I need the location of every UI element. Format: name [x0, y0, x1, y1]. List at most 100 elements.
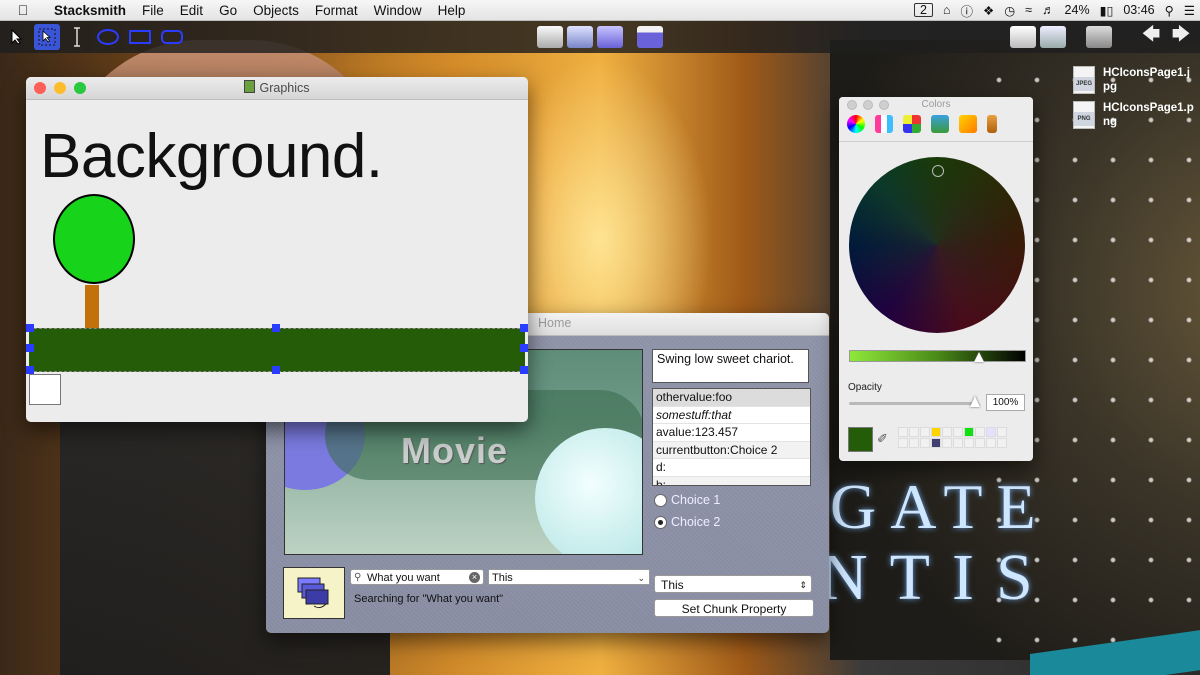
- menu-edit[interactable]: Edit: [172, 3, 211, 18]
- spaces-badge[interactable]: 2: [909, 3, 938, 17]
- swatch[interactable]: [953, 427, 963, 437]
- desktop-file-png[interactable]: PNG HCIconsPage1.p ng: [1073, 101, 1194, 129]
- swatch-lavender[interactable]: [986, 427, 996, 437]
- rectangle-tool-icon[interactable]: [126, 24, 154, 50]
- swatch[interactable]: [986, 438, 996, 448]
- swatch[interactable]: [953, 438, 963, 448]
- list-item[interactable]: currentbutton:Choice 2: [653, 441, 810, 459]
- small-white-rectangle[interactable]: [29, 374, 61, 405]
- stack-icon[interactable]: [537, 26, 563, 48]
- list-item[interactable]: b:: [653, 476, 810, 485]
- image-palette-tab-icon[interactable]: [931, 115, 949, 133]
- clear-search-icon[interactable]: ×: [469, 572, 480, 583]
- opacity-slider[interactable]: [849, 402, 976, 405]
- current-color-swatch[interactable]: [848, 427, 873, 452]
- clock[interactable]: 03:46: [1118, 3, 1159, 17]
- list-item[interactable]: d:: [653, 459, 810, 477]
- info-icon[interactable]: ⓘ: [956, 1, 979, 20]
- swatch[interactable]: [997, 427, 1007, 437]
- crayons-tab-icon[interactable]: [959, 115, 977, 133]
- resize-handle-bottom-left[interactable]: [26, 366, 34, 374]
- search-field[interactable]: ⚲ What you want ×: [350, 569, 484, 585]
- resize-handle-left[interactable]: [26, 344, 34, 352]
- chevron-down-icon[interactable]: ⌄: [637, 570, 645, 586]
- spotlight-icon[interactable]: ⚲: [1160, 3, 1179, 18]
- swatch[interactable]: [898, 438, 908, 448]
- browse-tool-arrow-icon[interactable]: [6, 24, 28, 50]
- pencils-tab-icon[interactable]: [987, 115, 997, 133]
- background-icon[interactable]: [567, 26, 593, 48]
- color-wheel-tab-icon[interactable]: [847, 115, 865, 133]
- dropbox-icon[interactable]: ❖: [978, 3, 999, 18]
- swatch[interactable]: [942, 427, 952, 437]
- menu-app[interactable]: Stacksmith: [46, 3, 134, 18]
- menu-format[interactable]: Format: [307, 3, 366, 18]
- eyedropper-icon[interactable]: ✐: [877, 431, 888, 447]
- property-list[interactable]: othervalue:foo somestuff:that avalue:123…: [652, 388, 811, 486]
- stack-icon-button[interactable]: [283, 567, 345, 619]
- swatch[interactable]: [920, 427, 930, 437]
- swatch[interactable]: [920, 438, 930, 448]
- chunk-popup-button[interactable]: This ⇕: [654, 575, 812, 593]
- swatch[interactable]: [997, 438, 1007, 448]
- volume-icon[interactable]: ♬: [1037, 3, 1060, 17]
- apple-menu-icon[interactable]: : [0, 2, 46, 18]
- chariot-text-field[interactable]: Swing low sweet chariot.: [652, 349, 809, 383]
- pointer-tool-icon[interactable]: [34, 24, 60, 50]
- graphics-titlebar[interactable]: Graphics: [26, 77, 528, 100]
- radio-choice-1[interactable]: Choice 1: [654, 493, 720, 507]
- tree-trunk-shape[interactable]: [85, 285, 99, 329]
- icons-grid-icon[interactable]: [1086, 26, 1112, 48]
- time-machine-icon[interactable]: ◷: [999, 3, 1020, 18]
- swatch[interactable]: [909, 438, 919, 448]
- menu-objects[interactable]: Objects: [245, 3, 307, 18]
- back-arrow-icon[interactable]: 🡄: [1140, 24, 1162, 50]
- oval-tool-icon[interactable]: [94, 24, 122, 50]
- find-magnifier-icon[interactable]: [1040, 26, 1066, 48]
- forward-arrow-icon[interactable]: 🡆: [1170, 24, 1192, 50]
- opacity-field[interactable]: 100%: [986, 394, 1025, 411]
- swatch[interactable]: [975, 438, 985, 448]
- swatch-navy[interactable]: [931, 438, 941, 448]
- brightness-thumb[interactable]: [973, 352, 984, 362]
- wheel-crosshair-icon[interactable]: [932, 165, 944, 177]
- card-icon[interactable]: [597, 26, 623, 48]
- desktop-file-jpeg[interactable]: JPEG HCIconsPage1.j pg: [1073, 66, 1190, 94]
- swatch[interactable]: [964, 438, 974, 448]
- battery-icon[interactable]: ▮▯: [1095, 3, 1119, 18]
- battery-percent[interactable]: 24%: [1060, 3, 1095, 17]
- swatch-green[interactable]: [964, 427, 974, 437]
- resize-handle-bottom-right[interactable]: [520, 366, 528, 374]
- swatch[interactable]: [942, 438, 952, 448]
- opacity-thumb[interactable]: [970, 396, 980, 407]
- swatch[interactable]: [898, 427, 908, 437]
- sliders-tab-icon[interactable]: [875, 115, 893, 133]
- document-proxy-icon[interactable]: [244, 80, 256, 93]
- wifi-icon[interactable]: ≈: [1020, 3, 1037, 17]
- home-icon[interactable]: ⌂: [938, 3, 956, 17]
- radio-choice-2[interactable]: Choice 2: [654, 515, 720, 529]
- list-item[interactable]: avalue:123.457: [653, 424, 810, 442]
- resize-handle-top[interactable]: [272, 324, 280, 332]
- notification-center-icon[interactable]: ☰: [1179, 3, 1200, 18]
- tree-crown-shape[interactable]: [53, 194, 135, 284]
- list-item[interactable]: othervalue:foo: [653, 389, 810, 407]
- swatch[interactable]: [909, 427, 919, 437]
- resize-handle-right[interactable]: [520, 344, 528, 352]
- list-item[interactable]: somestuff:that: [653, 407, 810, 424]
- message-box-icon[interactable]: [1010, 26, 1036, 48]
- set-chunk-property-button[interactable]: Set Chunk Property: [654, 599, 814, 617]
- swatch-grid[interactable]: [898, 427, 1007, 448]
- menu-help[interactable]: Help: [430, 3, 474, 18]
- menu-go[interactable]: Go: [211, 3, 245, 18]
- combo-box[interactable]: This ⌄: [488, 569, 650, 585]
- resize-handle-top-right[interactable]: [520, 324, 528, 332]
- rounded-rectangle-tool-icon[interactable]: [158, 24, 186, 50]
- resize-handle-bottom[interactable]: [272, 366, 280, 374]
- palettes-tab-icon[interactable]: [903, 115, 921, 133]
- layer-icon[interactable]: [637, 26, 663, 48]
- resize-handle-top-left[interactable]: [26, 324, 34, 332]
- color-wheel[interactable]: [849, 157, 1025, 333]
- text-tool-ibeam-icon[interactable]: [66, 24, 88, 50]
- swatch-yellow[interactable]: [931, 427, 941, 437]
